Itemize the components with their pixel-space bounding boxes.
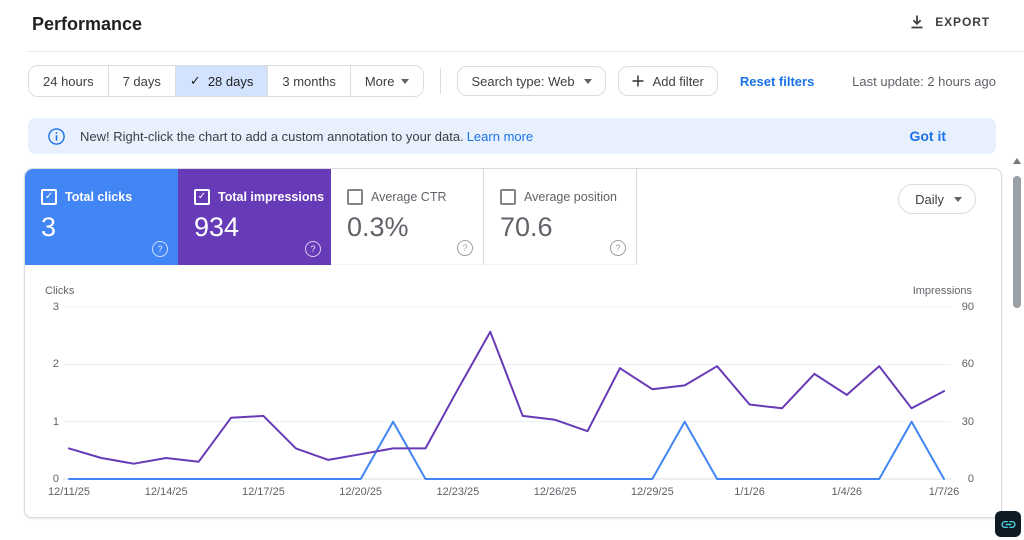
plus-icon bbox=[632, 75, 644, 87]
right-axis-title: Impressions bbox=[912, 285, 972, 297]
date-range-label: 28 days bbox=[207, 73, 254, 89]
x-axis-tick: 12/20/25 bbox=[339, 486, 383, 498]
right-axis-tick: 60 bbox=[961, 358, 974, 371]
x-axis-tick: 1/4/26 bbox=[831, 486, 863, 498]
date-range-label: 7 days bbox=[122, 73, 161, 89]
left-axis-tick: 2 bbox=[52, 358, 59, 371]
impressions-line bbox=[68, 330, 945, 465]
left-axis-tick: 3 bbox=[52, 301, 59, 313]
chevron-down-icon bbox=[401, 78, 410, 84]
date-range-group: 24 hours 7 days ✓ 28 days 3 months More bbox=[28, 65, 425, 97]
clicks-line bbox=[68, 420, 945, 480]
left-axis-tick: 0 bbox=[52, 473, 59, 485]
vertical-scrollbar[interactable] bbox=[1010, 152, 1024, 540]
right-axis-tick: 90 bbox=[961, 301, 974, 313]
x-axis-tick: 12/17/25 bbox=[242, 486, 285, 498]
filter-toolbar: 24 hours 7 days ✓ 28 days 3 months More Searc… bbox=[28, 65, 996, 97]
x-axis-tick: 12/26/25 bbox=[533, 486, 577, 498]
search-console-performance-page: Performance EXPORT 24 hours 7 days ✓ 28 day… bbox=[0, 0, 1024, 540]
search-type-label: Search type: Web bbox=[471, 73, 575, 89]
export-button[interactable]: EXPORT bbox=[903, 13, 996, 31]
search-type-dropdown[interactable]: Search type: Web bbox=[457, 66, 606, 96]
left-axis-tick: 1 bbox=[52, 415, 59, 428]
page-title: Performance bbox=[32, 14, 143, 34]
page-header: Performance EXPORT bbox=[0, 0, 1024, 52]
date-range-label: More bbox=[364, 73, 395, 89]
right-axis-tick: 0 bbox=[967, 473, 974, 485]
add-filter-label: Add filter bbox=[652, 73, 704, 89]
checkmark-icon: ✓ bbox=[189, 73, 201, 88]
x-axis-tick: 1/7/26 bbox=[928, 486, 960, 498]
annotation-banner: New! Right-click the chart to add a cust… bbox=[28, 118, 996, 154]
link-icon bbox=[1000, 520, 1016, 528]
scrollbar-thumb[interactable] bbox=[1013, 176, 1021, 308]
performance-chart[interactable]: Clicks Impressions 0 1 2 3 0 30 60 90 12/11/25 12/1… bbox=[25, 169, 1001, 517]
performance-card: ✓ Total clicks 3? ✓ Total impressions 934? Ave… bbox=[24, 168, 1002, 518]
info-icon bbox=[48, 127, 65, 145]
right-axis-tick: 30 bbox=[961, 415, 974, 428]
banner-message: New! Right-click the chart to add a cust… bbox=[80, 128, 534, 144]
date-range-28-days[interactable]: ✓ 28 days bbox=[174, 66, 268, 96]
last-update-text: Last update: 2 hours ago bbox=[852, 73, 996, 89]
x-axis-tick: 12/23/25 bbox=[436, 486, 480, 498]
add-filter-button[interactable]: Add filter bbox=[617, 66, 718, 96]
date-range-3-months[interactable]: 3 months bbox=[267, 66, 350, 96]
reset-filters-link[interactable]: Reset filters bbox=[740, 74, 814, 89]
scroll-up-arrow-icon[interactable] bbox=[1013, 158, 1021, 164]
got-it-button[interactable]: Got it bbox=[903, 127, 952, 145]
x-axis-tick: 12/29/25 bbox=[630, 486, 674, 498]
chart-canvas bbox=[63, 306, 951, 480]
left-axis-title: Clicks bbox=[45, 285, 75, 297]
toolbar-divider bbox=[440, 68, 442, 94]
x-axis-tick: 1/1/26 bbox=[734, 486, 765, 498]
x-axis-tick: 12/14/25 bbox=[144, 486, 188, 498]
date-range-7-days[interactable]: 7 days bbox=[107, 66, 175, 96]
date-range-24-hours[interactable]: 24 hours bbox=[29, 66, 108, 96]
date-range-more[interactable]: More bbox=[349, 66, 424, 96]
date-range-label: 3 months bbox=[282, 73, 336, 89]
chevron-down-icon bbox=[583, 78, 592, 84]
x-axis-tick: 12/11/25 bbox=[47, 486, 90, 498]
export-label: EXPORT bbox=[935, 15, 990, 29]
download-icon bbox=[911, 15, 923, 29]
date-range-label: 24 hours bbox=[43, 73, 94, 89]
link-badge[interactable] bbox=[995, 511, 1021, 537]
learn-more-link[interactable]: Learn more bbox=[467, 129, 533, 144]
